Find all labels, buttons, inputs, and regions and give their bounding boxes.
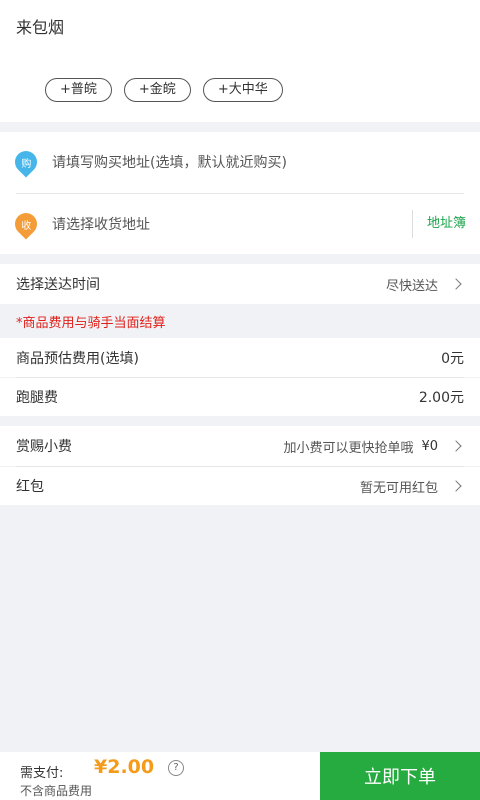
place-order-button[interactable]: 立即下单 bbox=[320, 752, 480, 800]
settlement-notice: *商品费用与骑手当面结算 bbox=[16, 316, 166, 331]
estimate-fee-label: 商品预估费用(选填) bbox=[16, 350, 139, 367]
delivery-time-label: 选择送达时间 bbox=[16, 277, 100, 293]
red-packet-label: 红包 bbox=[16, 479, 44, 495]
chip-dazhonghua[interactable]: +大中华 bbox=[202, 78, 283, 102]
estimate-fee-value: 0元 bbox=[441, 350, 464, 367]
purchase-address-row[interactable]: 购 请填写购买地址(选填，默认就近购买) bbox=[0, 132, 480, 192]
chevron-right-icon bbox=[450, 278, 462, 290]
pay-amount: ¥2.00 bbox=[94, 756, 155, 778]
pay-subtext: 不含商品费用 bbox=[20, 784, 93, 798]
chip-puwan[interactable]: +普皖 bbox=[45, 78, 112, 102]
chip-jinwan[interactable]: +金皖 bbox=[123, 78, 191, 102]
delivery-time-row[interactable]: 选择送达时间 尽快送达 bbox=[0, 264, 480, 304]
checkout-bar: 需支付: ¥2.00 ? 不含商品费用 立即下单 bbox=[0, 752, 480, 800]
address-card: 购 请填写购买地址(选填，默认就近购买) 收 请选择收货地址 地址簿 bbox=[0, 132, 480, 254]
quick-item-chips: +普皖 +金皖 +大中华 bbox=[45, 78, 283, 102]
chevron-right-icon bbox=[450, 440, 462, 452]
errand-fee-value: 2.00元 bbox=[418, 390, 464, 406]
tip-value: ¥0 bbox=[421, 438, 438, 454]
address-book-button[interactable]: 地址簿 bbox=[411, 210, 466, 238]
pay-label: 需支付: bbox=[20, 766, 64, 781]
receive-pin-icon: 收 bbox=[10, 208, 42, 240]
tip-row[interactable]: 赏赐小费 加小费可以更快抢单哦 ¥0 bbox=[0, 426, 480, 466]
help-icon[interactable]: ? bbox=[168, 760, 184, 776]
tip-label: 赏赐小费 bbox=[16, 439, 72, 455]
tip-hint: 加小费可以更快抢单哦 bbox=[283, 440, 414, 456]
estimate-fee-row[interactable]: 商品预估费用(选填) 0元 bbox=[0, 338, 480, 377]
purchase-pin-icon: 购 bbox=[10, 146, 42, 178]
chevron-right-icon bbox=[450, 480, 462, 492]
red-packet-row[interactable]: 红包 暂无可用红包 bbox=[0, 467, 480, 505]
quick-order-card: 来包烟 +普皖 +金皖 +大中华 bbox=[0, 0, 480, 122]
page-title: 来包烟 bbox=[16, 18, 65, 37]
red-packet-value: 暂无可用红包 bbox=[359, 480, 438, 496]
purchase-address-placeholder: 请填写购买地址(选填，默认就近购买) bbox=[52, 155, 287, 171]
errand-fee-row: 跑腿费 2.00元 bbox=[0, 378, 480, 416]
receive-address-placeholder: 请选择收货地址 bbox=[52, 217, 150, 233]
receive-address-row[interactable]: 收 请选择收货地址 地址簿 bbox=[0, 194, 480, 254]
delivery-time-value: 尽快送达 bbox=[385, 278, 438, 294]
errand-fee-label: 跑腿费 bbox=[16, 390, 58, 406]
